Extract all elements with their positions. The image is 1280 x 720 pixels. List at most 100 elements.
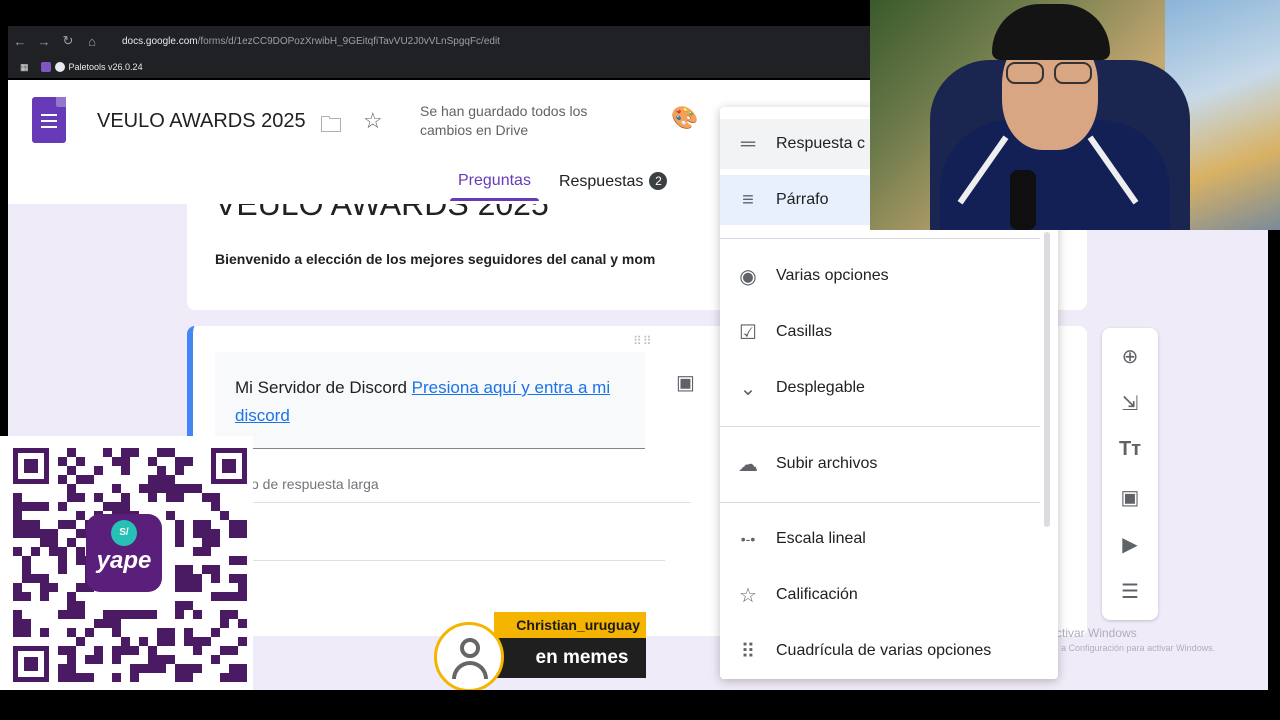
- qr-module: [157, 628, 166, 637]
- menu-item-linear-scale[interactable]: •-• Escala lineal: [720, 514, 1058, 564]
- qr-module: [202, 565, 211, 574]
- qr-module: [67, 538, 76, 547]
- url-domain: docs.google.com: [122, 35, 198, 47]
- qr-module: [211, 529, 220, 538]
- qr-module: [238, 520, 247, 529]
- qr-module: [67, 601, 76, 610]
- alert-username: Christian_uruguay: [494, 612, 646, 638]
- tab-label: Respuestas: [558, 173, 644, 190]
- windows-watermark: Activar Windows Ve a Configuración para …: [1048, 626, 1215, 656]
- qr-module: [58, 565, 67, 574]
- qr-module: [139, 484, 148, 493]
- dropdown-icon: ⌄: [739, 377, 757, 400]
- document-title[interactable]: VEULO AWARDS 2025: [97, 110, 306, 133]
- add-question-icon[interactable]: ⊕: [1102, 344, 1158, 369]
- grid-icon: ⠿: [740, 640, 756, 663]
- forward-icon[interactable]: →: [32, 34, 56, 49]
- title-text-icon[interactable]: Tт: [1102, 438, 1158, 461]
- qr-module: [67, 610, 76, 619]
- reload-icon[interactable]: ↻: [56, 33, 80, 49]
- qr-finder: [211, 448, 247, 484]
- qr-module: [238, 664, 247, 673]
- qr-module: [211, 655, 220, 664]
- qr-module: [67, 673, 76, 682]
- qr-module: [211, 502, 220, 511]
- tab-respuestas[interactable]: Respuestas 2: [559, 172, 668, 199]
- qr-module: [40, 628, 49, 637]
- star-icon[interactable]: ☆: [363, 108, 383, 134]
- qr-module: [13, 520, 22, 529]
- question-title-input[interactable]: Mi Servidor de Discord Presiona aquí y e…: [215, 352, 645, 449]
- qr-module: [175, 493, 184, 502]
- folder-icon[interactable]: 🗀: [320, 108, 342, 146]
- qr-module: [40, 538, 49, 547]
- tab-preguntas[interactable]: Preguntas: [450, 172, 539, 201]
- forms-logo-icon[interactable]: [32, 97, 66, 143]
- qr-module: [157, 655, 166, 664]
- menu-item-rating[interactable]: ☆ Calificación: [720, 570, 1058, 620]
- qr-module: [40, 574, 49, 583]
- qr-module: [148, 484, 157, 493]
- qr-module: [148, 610, 157, 619]
- menu-item-checkboxes[interactable]: ☑ Casillas: [720, 307, 1058, 357]
- qr-module: [229, 574, 238, 583]
- qr-module: [58, 457, 67, 466]
- import-questions-icon[interactable]: ⇲: [1102, 391, 1158, 416]
- menu-item-label: Desplegable: [776, 379, 865, 396]
- qr-module: [112, 484, 121, 493]
- section-icon[interactable]: ☰: [1102, 579, 1158, 604]
- menu-item-dropdown[interactable]: ⌄ Desplegable: [720, 363, 1058, 413]
- qr-module: [184, 565, 193, 574]
- palette-icon[interactable]: 🎨: [671, 105, 698, 131]
- qr-module: [67, 484, 76, 493]
- qr-module: [22, 565, 31, 574]
- qr-module: [67, 664, 76, 673]
- qr-module: [184, 628, 193, 637]
- qr-module: [130, 646, 139, 655]
- qr-module: [166, 511, 175, 520]
- qr-module: [13, 592, 22, 601]
- qr-module: [76, 583, 85, 592]
- qr-module: [112, 628, 121, 637]
- qr-module: [76, 610, 85, 619]
- qr-module: [103, 610, 112, 619]
- menu-scrollbar[interactable]: [1044, 232, 1050, 527]
- qr-module: [58, 520, 67, 529]
- menu-item-file-upload[interactable]: ☁ Subir archivos: [720, 439, 1058, 489]
- add-image-icon[interactable]: ▣: [676, 370, 695, 395]
- short-text-icon: ═: [740, 132, 756, 155]
- home-icon[interactable]: ⌂: [80, 34, 104, 49]
- video-icon[interactable]: ▶: [1102, 532, 1158, 557]
- qr-module: [49, 547, 58, 556]
- address-bar[interactable]: docs.google.com/forms/d/1ezCC9DOPozXrwib…: [112, 29, 870, 53]
- menu-item-multiple-choice-grid[interactable]: ⠿ Cuadrícula de varias opciones: [720, 626, 1058, 676]
- qr-module: [139, 610, 148, 619]
- qr-module: [85, 655, 94, 664]
- qr-module: [13, 610, 22, 619]
- qr-module: [94, 655, 103, 664]
- drag-handle-icon[interactable]: ⠿⠿: [633, 334, 653, 348]
- qr-module: [229, 673, 238, 682]
- qr-module: [184, 637, 193, 646]
- menu-item-multiple-choice[interactable]: ◉ Varias opciones: [720, 251, 1058, 301]
- qr-module: [67, 520, 76, 529]
- qr-module: [121, 493, 130, 502]
- qr-module: [238, 637, 247, 646]
- qr-module: [85, 475, 94, 484]
- bookmarks-bar: ▦ Paletools v26.0.24: [8, 56, 870, 78]
- paragraph-icon: ≡: [742, 188, 754, 211]
- form-title[interactable]: VEULO AWARDS 2025: [215, 204, 549, 223]
- qr-module: [13, 502, 22, 511]
- apps-icon[interactable]: ▦: [20, 62, 29, 73]
- qr-module: [121, 502, 130, 511]
- bookmark-paletools[interactable]: Paletools v26.0.24: [40, 62, 143, 72]
- qr-module: [40, 592, 49, 601]
- qr-module: [175, 520, 184, 529]
- qr-finder: [13, 448, 49, 484]
- qr-module: [67, 655, 76, 664]
- image-icon[interactable]: ▣: [1102, 485, 1158, 510]
- qr-module: [13, 511, 22, 520]
- side-toolbar: ⊕ ⇲ Tт ▣ ▶ ☰: [1102, 328, 1158, 620]
- back-icon[interactable]: ←: [8, 34, 32, 49]
- form-description[interactable]: Bienvenido a elección de los mejores seg…: [215, 251, 655, 267]
